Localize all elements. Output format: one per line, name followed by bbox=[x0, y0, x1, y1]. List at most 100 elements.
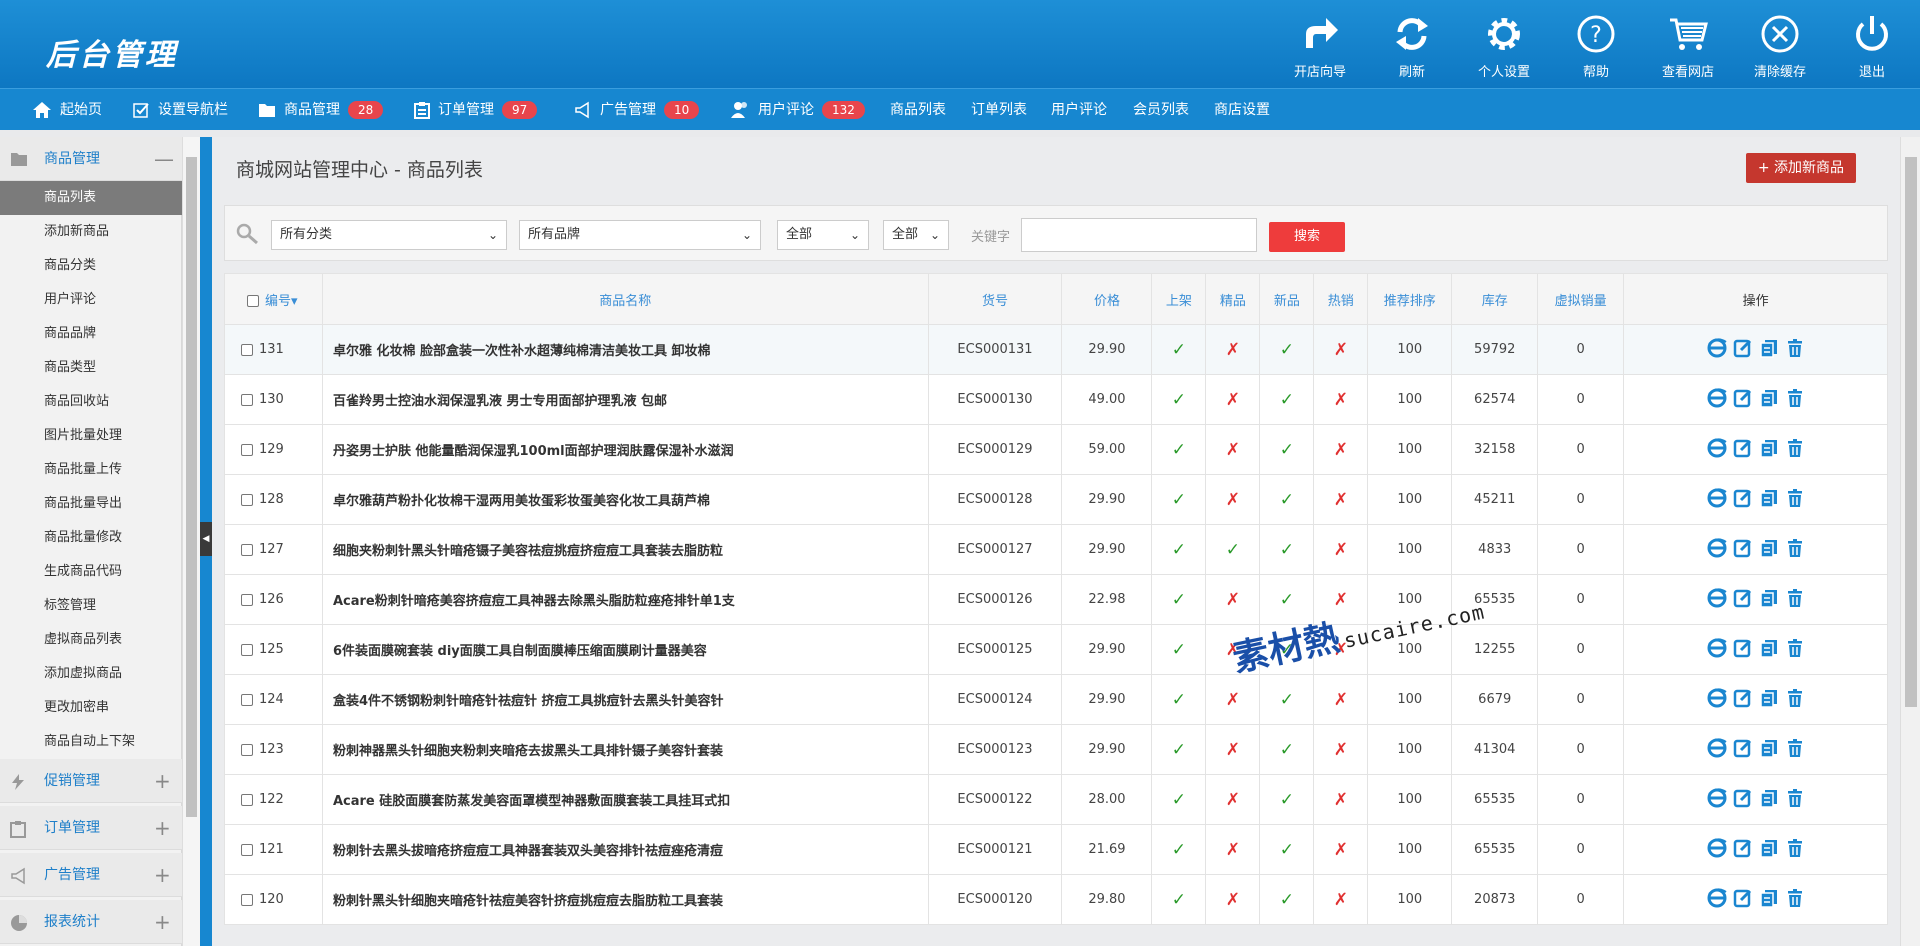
check-icon[interactable]: ✓ bbox=[1280, 890, 1294, 910]
status-select[interactable]: 全部 ⌄ bbox=[777, 220, 869, 250]
table-row[interactable]: 130 百雀羚男士控油水润保湿乳液 男士专用面部护理乳液 包邮 ECS000130 4… bbox=[224, 374, 1888, 425]
ie-icon[interactable] bbox=[1707, 637, 1727, 662]
check-icon[interactable]: ✓ bbox=[1280, 540, 1294, 560]
ie-icon[interactable] bbox=[1707, 887, 1727, 912]
copy-icon[interactable] bbox=[1759, 888, 1779, 912]
copy-icon[interactable] bbox=[1759, 788, 1779, 812]
trash-icon[interactable] bbox=[1785, 338, 1805, 362]
ie-icon[interactable] bbox=[1707, 787, 1727, 812]
cell-hot[interactable]: ✗ bbox=[1313, 824, 1369, 875]
ie-icon[interactable] bbox=[1707, 737, 1727, 762]
trash-icon[interactable] bbox=[1785, 688, 1805, 712]
cell-new[interactable]: ✓ bbox=[1259, 724, 1315, 775]
cell-price[interactable]: 29.90 bbox=[1061, 674, 1153, 725]
table-row[interactable]: 124 盒装4件不锈钢粉刺针暗疮针祛痘针 挤痘工具挑痘针去黑头针美容针 ECS000… bbox=[224, 674, 1888, 725]
sidebar-scrollbar[interactable] bbox=[182, 137, 200, 946]
cell-stock[interactable]: 6679 bbox=[1451, 674, 1539, 725]
cell-name[interactable]: 粉刺针黑头针细胞夹暗疮针祛痘美容针挤痘挑痘痘去脂肪粒工具套装 bbox=[321, 874, 929, 925]
trash-icon[interactable] bbox=[1785, 438, 1805, 462]
cell-name[interactable]: 卓尔雅 化妆棉 脸部盒装一次性补水超薄纯棉清洁美妆工具 卸妆棉 bbox=[321, 324, 929, 375]
cross-icon[interactable]: ✗ bbox=[1334, 890, 1348, 910]
row-checkbox[interactable] bbox=[241, 393, 253, 406]
cell-best[interactable]: ✗ bbox=[1205, 474, 1261, 525]
cell-best[interactable]: ✓ bbox=[1205, 524, 1261, 575]
sidebar-item-batch-export[interactable]: 商品批量导出 bbox=[0, 487, 182, 521]
sidebar-item-add-virtual[interactable]: 添加虚拟商品 bbox=[0, 657, 182, 691]
cell-new[interactable]: ✓ bbox=[1259, 324, 1315, 375]
nav-item-comments[interactable]: 用户评论 132 bbox=[730, 89, 865, 131]
edit-icon[interactable] bbox=[1733, 838, 1753, 862]
cell-sort[interactable]: 100 bbox=[1367, 424, 1453, 475]
sidebar-item-image-batch[interactable]: 图片批量处理 bbox=[0, 419, 182, 453]
cell-onsale[interactable]: ✓ bbox=[1151, 474, 1207, 525]
cross-icon[interactable]: ✗ bbox=[1334, 540, 1348, 560]
cell-virtual[interactable]: 0 bbox=[1537, 874, 1625, 925]
check-icon[interactable]: ✓ bbox=[1172, 340, 1186, 360]
cell-onsale[interactable]: ✓ bbox=[1151, 524, 1207, 575]
cell-stock[interactable]: 4833 bbox=[1451, 524, 1539, 575]
cell-name[interactable]: Acare 硅胶面膜套防蒸发美容面罩模型神器敷面膜套装工具挂耳式扣 bbox=[321, 774, 929, 825]
copy-icon[interactable] bbox=[1759, 838, 1779, 862]
edit-icon[interactable] bbox=[1733, 788, 1753, 812]
cell-hot[interactable]: ✗ bbox=[1313, 524, 1369, 575]
check-icon[interactable]: ✓ bbox=[1280, 340, 1294, 360]
col-best[interactable]: 精品 bbox=[1205, 273, 1261, 325]
sidebar-item-auto-shelf[interactable]: 商品自动上下架 bbox=[0, 725, 182, 759]
trash-icon[interactable] bbox=[1785, 738, 1805, 762]
cell-stock[interactable]: 65535 bbox=[1451, 774, 1539, 825]
check-icon[interactable]: ✓ bbox=[1172, 890, 1186, 910]
check-icon[interactable]: ✓ bbox=[1172, 840, 1186, 860]
cell-sort[interactable]: 100 bbox=[1367, 374, 1453, 425]
cross-icon[interactable]: ✗ bbox=[1226, 440, 1240, 460]
check-icon[interactable]: ✓ bbox=[1172, 740, 1186, 760]
cell-onsale[interactable]: ✓ bbox=[1151, 874, 1207, 925]
col-price[interactable]: 价格 bbox=[1061, 273, 1153, 325]
sidebar-item-gen-code[interactable]: 生成商品代码 bbox=[0, 555, 182, 589]
ie-icon[interactable] bbox=[1707, 487, 1727, 512]
cell-virtual[interactable]: 0 bbox=[1537, 624, 1625, 675]
cell-stock[interactable]: 62574 bbox=[1451, 374, 1539, 425]
cell-name[interactable]: 卓尔雅葫芦粉扑化妆棉干湿两用美妆蛋彩妆蛋美容化妆工具葫芦棉 bbox=[321, 474, 929, 525]
sidebar-group-goods[interactable]: 商品管理 — bbox=[0, 137, 182, 181]
nav-item-set-nav[interactable]: 设置导航栏 bbox=[132, 89, 228, 131]
check-icon[interactable]: ✓ bbox=[1172, 690, 1186, 710]
edit-icon[interactable] bbox=[1733, 888, 1753, 912]
cell-onsale[interactable]: ✓ bbox=[1151, 674, 1207, 725]
cell-sort[interactable]: 100 bbox=[1367, 874, 1453, 925]
cross-icon[interactable]: ✗ bbox=[1226, 340, 1240, 360]
cell-sort[interactable]: 100 bbox=[1367, 524, 1453, 575]
cross-icon[interactable]: ✗ bbox=[1226, 390, 1240, 410]
select-all-checkbox[interactable] bbox=[247, 295, 259, 307]
edit-icon[interactable] bbox=[1733, 338, 1753, 362]
table-row[interactable]: 131 卓尔雅 化妆棉 脸部盒装一次性补水超薄纯棉清洁美妆工具 卸妆棉 ECS000… bbox=[224, 324, 1888, 375]
tool-logout[interactable]: 退出 bbox=[1830, 10, 1914, 80]
sidebar-item-batch-upload[interactable]: 商品批量上传 bbox=[0, 453, 182, 487]
cross-icon[interactable]: ✗ bbox=[1334, 390, 1348, 410]
table-row[interactable]: 128 卓尔雅葫芦粉扑化妆棉干湿两用美妆蛋彩妆蛋美容化妆工具葫芦棉 ECS00012… bbox=[224, 474, 1888, 525]
copy-icon[interactable] bbox=[1759, 588, 1779, 612]
nav-item-orders[interactable]: 订单管理 97 bbox=[414, 89, 538, 131]
cell-name[interactable]: 盒装4件不锈钢粉刺针暗疮针祛痘针 挤痘工具挑痘针去黑头针美容针 bbox=[321, 674, 929, 725]
tool-refresh[interactable]: 刷新 bbox=[1370, 10, 1454, 80]
nav-link-shop-settings[interactable]: 商店设置 bbox=[1214, 89, 1270, 131]
ie-icon[interactable] bbox=[1707, 537, 1727, 562]
row-checkbox[interactable] bbox=[241, 643, 253, 656]
edit-icon[interactable] bbox=[1733, 388, 1753, 412]
sidebar-item-add-goods[interactable]: 添加新商品 bbox=[0, 215, 182, 249]
cell-best[interactable]: ✗ bbox=[1205, 774, 1261, 825]
page-scrollbar[interactable] bbox=[1900, 137, 1920, 946]
search-button[interactable]: 搜索 bbox=[1269, 222, 1345, 252]
cell-onsale[interactable]: ✓ bbox=[1151, 724, 1207, 775]
add-goods-button[interactable]: + 添加新商品 bbox=[1745, 153, 1856, 183]
row-checkbox[interactable] bbox=[241, 343, 253, 356]
check-icon[interactable]: ✓ bbox=[1172, 540, 1186, 560]
expand-icon[interactable]: + bbox=[154, 806, 171, 850]
expand-icon[interactable]: + bbox=[154, 853, 171, 897]
cell-hot[interactable]: ✗ bbox=[1313, 474, 1369, 525]
cell-new[interactable]: ✓ bbox=[1259, 424, 1315, 475]
row-checkbox[interactable] bbox=[241, 543, 253, 556]
table-row[interactable]: 126 Acare粉刺针暗疮美容挤痘痘工具神器去除黑头脂肪粒痤疮排针单1支 ECS0… bbox=[224, 574, 1888, 625]
copy-icon[interactable] bbox=[1759, 738, 1779, 762]
sidebar-item-category[interactable]: 商品分类 bbox=[0, 249, 182, 283]
cell-sort[interactable]: 100 bbox=[1367, 724, 1453, 775]
